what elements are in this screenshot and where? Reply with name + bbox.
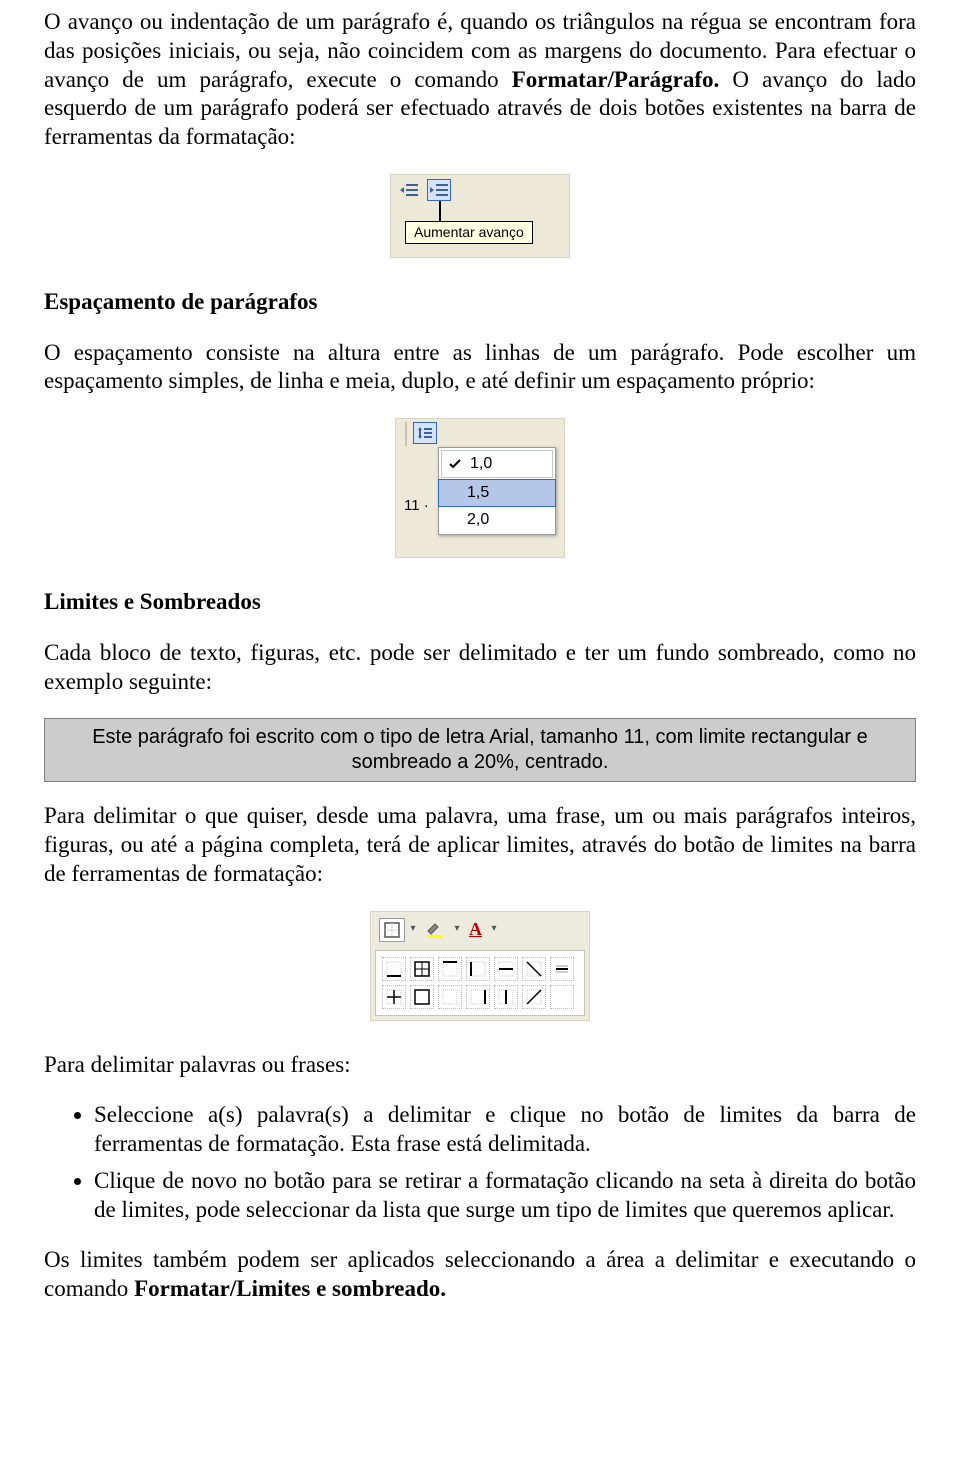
line-spacing-option-1[interactable]: 1,0 <box>441 450 553 478</box>
heading-paragraph-spacing: Espaçamento de parágrafos <box>44 288 916 317</box>
border-diagonal-down-icon[interactable] <box>522 957 546 981</box>
font-color-icon: A <box>469 918 482 941</box>
font-color-dropdown-caret[interactable]: ▾ <box>489 918 499 942</box>
border-hr-icon[interactable] <box>550 957 574 981</box>
menu-command-bold: Formatar/Parágrafo. <box>512 67 720 92</box>
borders-toolbar-panel: ▾ ▾ A ▾ <box>370 911 590 1021</box>
example-shaded-paragraph: Este parágrafo foi escrito com o tipo de… <box>44 718 916 782</box>
border-empty-icon[interactable] <box>550 985 574 1009</box>
line-spacing-option-1-5[interactable]: 1,5 <box>438 479 556 507</box>
border-none-icon[interactable] <box>438 985 462 1009</box>
text-run: Esta frase está delimitada. <box>351 1131 591 1156</box>
list-item: Seleccione a(s) palavra(s) a delimitar e… <box>94 1101 916 1159</box>
delimit-steps-list: Seleccione a(s) palavra(s) a delimitar e… <box>44 1101 916 1224</box>
border-outside-icon[interactable] <box>410 985 434 1009</box>
paragraph-borders-intro: Cada bloco de texto, figuras, etc. pode … <box>44 639 916 697</box>
decrease-indent-button[interactable] <box>397 179 421 201</box>
indent-toolbar-panel: Aumentar avanço <box>390 174 570 258</box>
increase-indent-button[interactable] <box>427 179 451 201</box>
decrease-indent-icon <box>400 183 418 197</box>
line-spacing-panel: 11 · 1,0 1,5 2,0 <box>395 418 565 558</box>
borders-dropdown-button[interactable] <box>379 918 405 942</box>
highlight-color-button[interactable] <box>421 918 449 942</box>
border-bottom-icon[interactable] <box>382 957 406 981</box>
border-top-icon[interactable] <box>438 957 462 981</box>
highlight-dropdown-caret[interactable]: ▾ <box>452 918 462 942</box>
line-spacing-button[interactable] <box>413 422 437 444</box>
line-spacing-option-label: 1,0 <box>470 454 492 474</box>
line-spacing-menu: 1,0 1,5 2,0 <box>438 447 556 535</box>
document-page: O avanço ou indentação de um parágrafo é… <box>0 0 960 1356</box>
heading-borders-shading: Limites e Sombreados <box>44 588 916 617</box>
border-right-icon[interactable] <box>466 985 490 1009</box>
check-icon <box>448 458 462 470</box>
paragraph-spacing-intro: O espaçamento consiste na altura entre a… <box>44 339 916 397</box>
border-inside-icon[interactable] <box>382 985 406 1009</box>
figure-line-spacing: 11 · 1,0 1,5 2,0 <box>44 418 916 558</box>
paragraph-borders-command: Os limites também podem ser aplicados se… <box>44 1246 916 1304</box>
text-run: Clique de novo no botão para se retirar … <box>94 1168 916 1222</box>
line-spacing-option-label: 2,0 <box>467 510 489 530</box>
borders-dropdown-caret[interactable]: ▾ <box>408 918 418 942</box>
increase-indent-icon <box>430 183 448 197</box>
paragraph-indent-intro: O avanço ou indentação de um parágrafo é… <box>44 8 916 152</box>
border-all-icon[interactable] <box>410 957 434 981</box>
border-diagonal-up-icon[interactable] <box>522 985 546 1009</box>
tooltip-increase-indent: Aumentar avanço <box>405 221 533 245</box>
line-spacing-option-label: 1,5 <box>467 483 489 503</box>
border-center-v-icon[interactable] <box>494 985 518 1009</box>
line-spacing-option-2[interactable]: 2,0 <box>439 506 555 534</box>
list-item: Clique de novo no botão para se retirar … <box>94 1167 916 1225</box>
toolbar-separator <box>405 422 407 446</box>
menu-command-bold: Formatar/Limites e sombreado. <box>134 1276 446 1301</box>
border-style-grid <box>375 950 585 1016</box>
border-center-h-icon[interactable] <box>494 957 518 981</box>
tooltip-connector-line <box>439 201 441 223</box>
font-color-button[interactable]: A <box>465 918 486 942</box>
paragraph-borders-howto: Para delimitar o que quiser, desde uma p… <box>44 802 916 888</box>
figure-indent-toolbar: Aumentar avanço <box>44 174 916 258</box>
background-text-fragment: 11 · <box>404 497 429 516</box>
figure-borders-toolbar: ▾ ▾ A ▾ <box>44 911 916 1021</box>
border-left-icon[interactable] <box>466 957 490 981</box>
paragraph-delimit-intro: Para delimitar palavras ou frases: <box>44 1051 916 1080</box>
